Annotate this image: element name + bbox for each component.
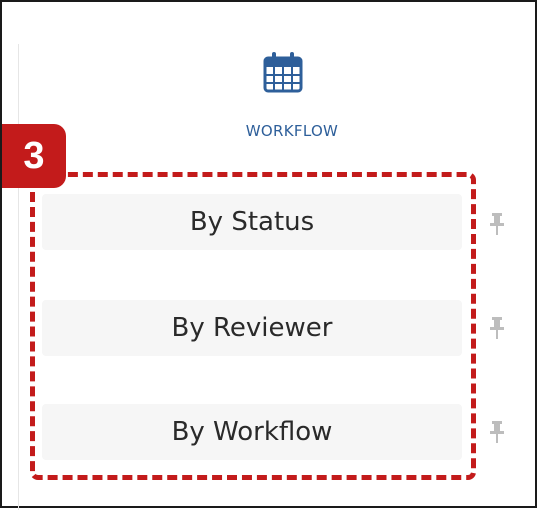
workflow-group-label: WORKFLOW bbox=[245, 122, 339, 140]
pin-icon[interactable] bbox=[487, 316, 507, 340]
step-number-badge: 3 bbox=[2, 124, 66, 188]
menu-item-by-workflow[interactable]: By Workflow bbox=[42, 404, 462, 460]
workflow-ribbon-group[interactable]: WORKFLOW bbox=[202, 50, 382, 148]
sidebar-edge bbox=[18, 44, 19, 510]
pin-icon[interactable] bbox=[487, 420, 507, 444]
menu-item-by-status[interactable]: By Status bbox=[42, 194, 462, 250]
calendar-icon bbox=[263, 52, 303, 93]
menu-item-by-reviewer[interactable]: By Reviewer bbox=[42, 300, 462, 356]
pin-icon[interactable] bbox=[487, 212, 507, 236]
screenshot-frame: WORKFLOW By Status By Reviewer By Workfl… bbox=[0, 0, 537, 510]
